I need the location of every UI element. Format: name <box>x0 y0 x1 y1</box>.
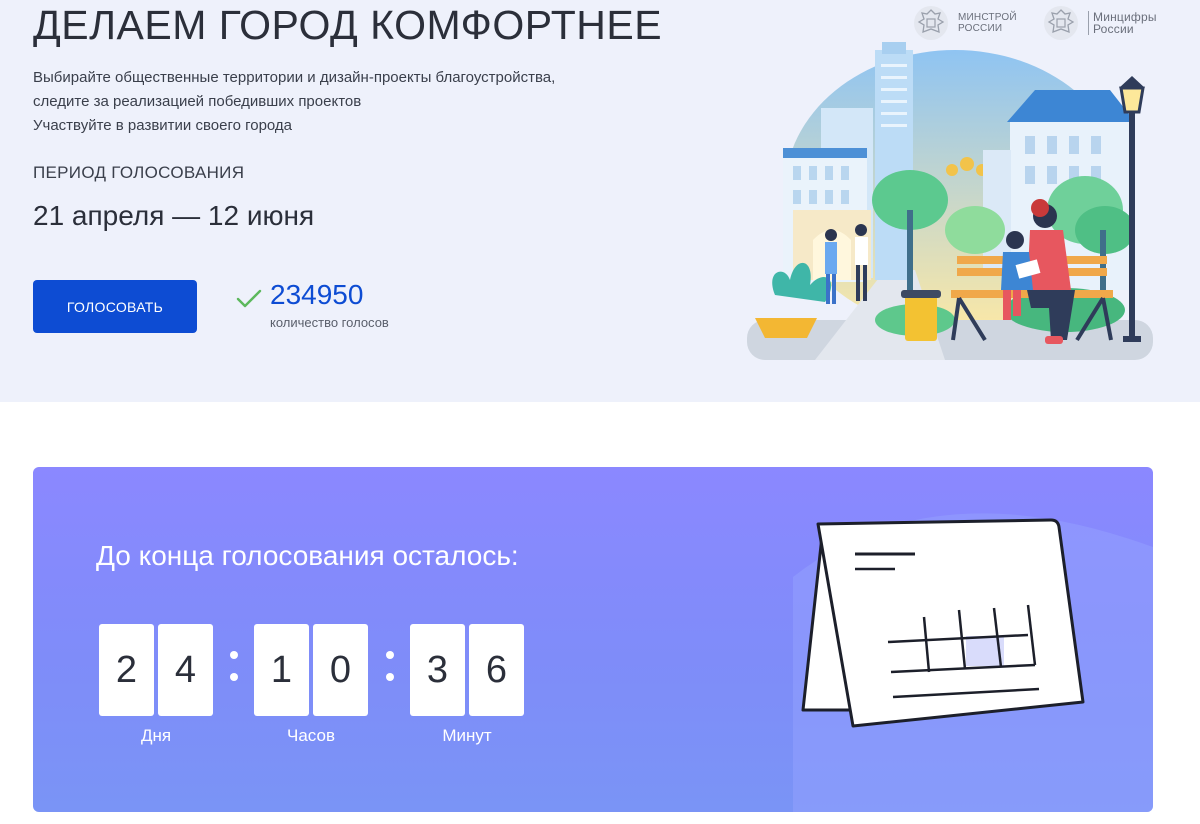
city-illustration <box>747 42 1153 360</box>
digit: 3 <box>410 624 465 716</box>
digit: 1 <box>254 624 309 716</box>
description-line: Участвуйте в развитии своего города <box>33 117 293 134</box>
period-dates: 21 апреля — 12 июня <box>33 200 315 231</box>
mincifry-logo[interactable]: Минцифры России <box>1042 4 1157 42</box>
digit: 0 <box>313 624 368 716</box>
check-icon <box>236 289 262 308</box>
calendar-icon <box>801 518 1085 728</box>
colon-separator <box>229 647 239 687</box>
minstroy-logo[interactable]: МИНСТРОЙ РОССИИ <box>912 4 1017 42</box>
minutes-digits: 3 6 <box>410 624 524 716</box>
hours-label: Часов <box>287 726 335 745</box>
hero-section: ДЕЛАЕМ ГОРОД КОМФОРТНЕЕ Выбирайте общест… <box>0 0 1200 402</box>
description-line: Выбирайте общественные территории и диза… <box>33 69 556 86</box>
description-line: следите за реализацией победивших проект… <box>33 93 362 110</box>
emblem-icon <box>914 6 948 40</box>
votes-caption: количество голосов <box>270 315 389 330</box>
votes-count: 234950 <box>270 279 364 310</box>
digit: 4 <box>158 624 213 716</box>
countdown-section: До конца голосования осталось: 2 4 1 0 3… <box>33 467 1153 812</box>
days-digits: 2 4 <box>99 624 213 716</box>
hours-digits: 1 0 <box>254 624 368 716</box>
minstroy-logo-text: МИНСТРОЙ РОССИИ <box>958 12 1017 34</box>
minutes-label: Минут <box>442 726 492 745</box>
hero-description: Выбирайте общественные территории и диза… <box>33 66 555 138</box>
digit: 6 <box>469 624 524 716</box>
days-label: Дня <box>140 726 172 745</box>
colon-separator <box>385 647 395 687</box>
period-label: ПЕРИОД ГОЛОСОВАНИЯ <box>33 163 245 182</box>
countdown-title: До конца голосования осталось: <box>96 540 519 571</box>
emblem-icon <box>1044 6 1078 40</box>
mincifry-logo-text: Минцифры России <box>1088 11 1157 35</box>
digit: 2 <box>99 624 154 716</box>
page-title: ДЕЛАЕМ ГОРОД КОМФОРТНЕЕ <box>33 2 663 48</box>
vote-button[interactable]: ГОЛОСОВАТЬ <box>33 280 197 333</box>
